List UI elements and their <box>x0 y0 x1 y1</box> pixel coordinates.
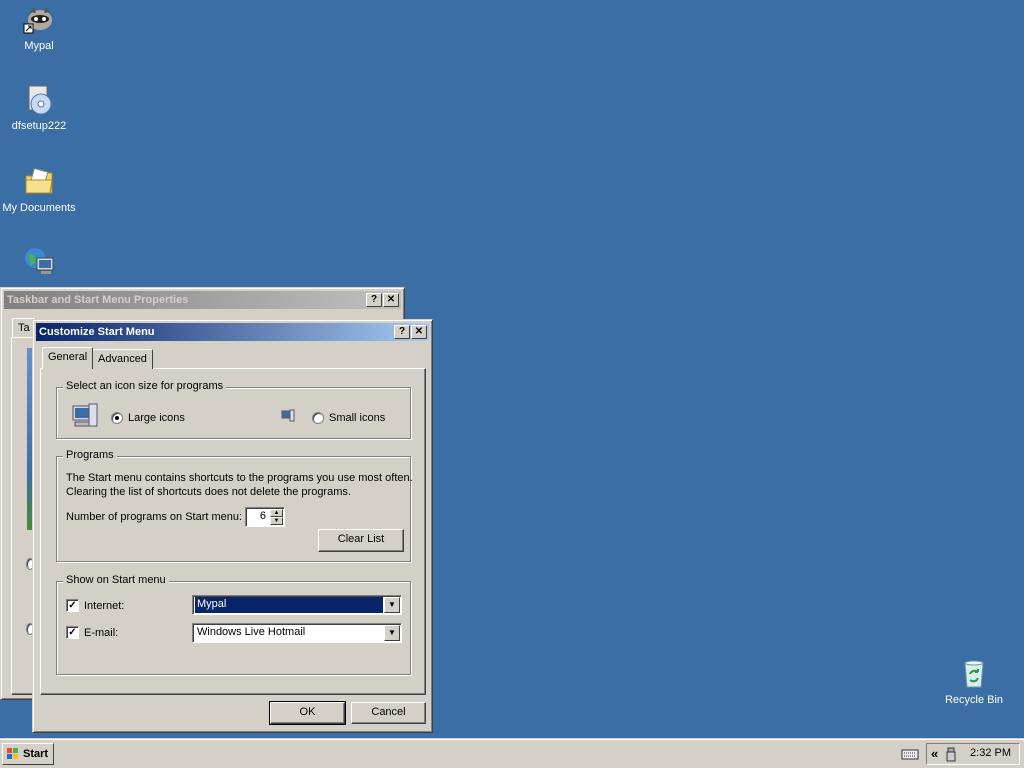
small-icons-label[interactable]: Small icons <box>329 412 385 424</box>
spin-down-arrow-icon[interactable]: ▼ <box>270 517 283 525</box>
internet-label: Internet: <box>84 600 125 612</box>
group-title: Select an icon size for programs <box>63 380 227 392</box>
small-icons-radio[interactable] <box>312 412 324 424</box>
clock[interactable]: 2:32 PM <box>970 747 1011 759</box>
customize-start-menu-dialog[interactable]: Customize Start Menu ? ✕ General Advance… <box>32 319 433 733</box>
desktop-icon-label: My Documents <box>2 202 76 214</box>
tab-label: Advanced <box>98 353 147 365</box>
ok-button[interactable]: OK <box>269 701 346 725</box>
tab-label: General <box>48 351 88 363</box>
window-title: Customize Start Menu <box>39 326 155 338</box>
email-label: E-mail: <box>84 627 119 639</box>
desktop-icon-label: Recycle Bin <box>944 694 1004 706</box>
button-label: Cancel <box>371 706 406 718</box>
desktop-icon-network[interactable] <box>0 246 79 282</box>
title-bar[interactable]: Customize Start Menu ? ✕ <box>36 323 429 341</box>
email-dropdown[interactable]: Windows Live Hotmail ▼ <box>192 623 402 643</box>
usb-device-icon[interactable] <box>945 747 957 762</box>
desktop-icon-my-documents[interactable]: My Documents <box>0 166 79 214</box>
tab-general[interactable]: General <box>42 347 94 369</box>
help-button[interactable]: ? <box>366 293 382 307</box>
desktop-icon-label: Mypal <box>24 40 54 52</box>
recycle-bin-icon <box>958 658 990 690</box>
desktop-icon-mypal[interactable]: Mypal <box>0 4 79 52</box>
close-button[interactable]: ✕ <box>383 293 399 307</box>
tray-expand-icon[interactable]: « <box>931 746 938 761</box>
show-on-start-menu-group: Show on Start menu ✓ Internet: Mypal ▼ ✓… <box>56 574 411 675</box>
network-computer-icon <box>23 246 55 278</box>
clear-list-button[interactable]: Clear List <box>318 529 404 552</box>
large-icons-label[interactable]: Large icons <box>128 412 185 424</box>
program-count-value[interactable]: 6 <box>258 509 268 525</box>
title-bar[interactable]: Taskbar and Start Menu Properties ? ✕ <box>4 291 401 309</box>
desktop-icon-dfsetup[interactable]: dfsetup222 <box>0 84 79 132</box>
programs-group: Programs The Start menu contains shortcu… <box>56 449 413 562</box>
group-title: Programs <box>63 449 117 461</box>
tab-advanced[interactable]: Advanced <box>92 349 153 369</box>
spin-up-arrow-icon[interactable]: ▲ <box>270 509 283 517</box>
program-count-label: Number of programs on Start menu: <box>66 511 243 523</box>
tab-label: Ta <box>18 322 30 334</box>
email-dropdown-value[interactable]: Windows Live Hotmail <box>195 625 307 641</box>
desktop-icon-label: dfsetup222 <box>11 120 67 132</box>
large-icons-radio[interactable] <box>111 412 123 424</box>
icon-size-group: Select an icon size for programs Large i… <box>56 380 411 439</box>
help-button[interactable]: ? <box>394 325 410 339</box>
internet-dropdown[interactable]: Mypal ▼ <box>192 595 402 615</box>
desktop-icon-recycle-bin[interactable]: Recycle Bin <box>934 658 1014 706</box>
folder-icon <box>23 166 55 198</box>
start-button[interactable]: Start <box>2 743 54 765</box>
setup-cd-icon <box>23 84 55 116</box>
start-label: Start <box>23 748 49 760</box>
chevron-down-icon[interactable]: ▼ <box>384 597 400 613</box>
large-icon-preview-icon <box>69 400 101 432</box>
group-title: Show on Start menu <box>63 574 169 586</box>
close-button[interactable]: ✕ <box>411 325 427 339</box>
system-tray: « 2:32 PM <box>926 743 1020 765</box>
small-icon-preview-icon <box>281 408 295 424</box>
programs-description-line-1: The Start menu contains shortcuts to the… <box>66 472 413 484</box>
windows-logo-icon <box>6 747 20 761</box>
programs-description-line-2: Clearing the list of shortcuts does not … <box>66 486 351 498</box>
email-checkbox[interactable]: ✓ <box>66 626 79 639</box>
program-count-spinner[interactable]: 6 ▲ ▼ <box>245 507 285 527</box>
internet-checkbox[interactable]: ✓ <box>66 599 79 612</box>
button-label: OK <box>299 706 316 718</box>
window-title: Taskbar and Start Menu Properties <box>7 294 189 306</box>
taskbar: Start « 2:32 PM <box>0 738 1024 768</box>
button-label: Clear List <box>337 533 385 545</box>
keyboard-icon[interactable] <box>901 748 919 760</box>
chevron-down-icon[interactable]: ▼ <box>384 625 400 641</box>
internet-dropdown-value[interactable]: Mypal <box>195 597 383 613</box>
mypal-raccoon-icon <box>23 4 55 36</box>
cancel-button[interactable]: Cancel <box>351 702 426 724</box>
